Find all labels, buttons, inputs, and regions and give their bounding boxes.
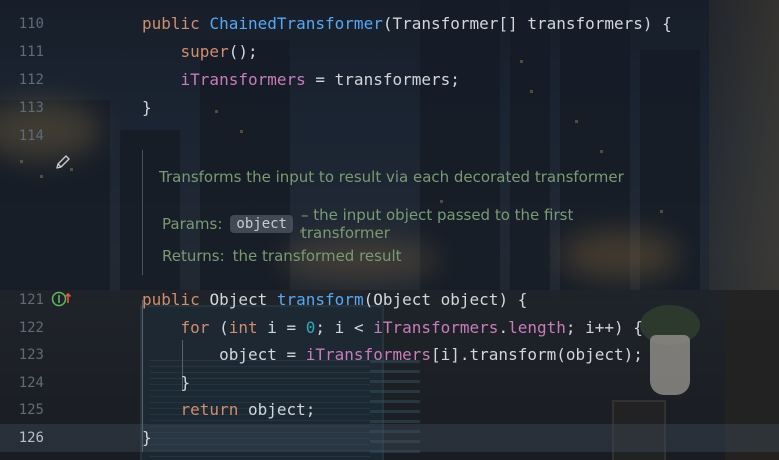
param-description: – the input object passed to the first t…	[300, 206, 574, 242]
code-token: for	[180, 318, 220, 337]
line-number: 126	[18, 430, 44, 446]
doc-params: Params: object – the input object passed…	[162, 206, 662, 242]
code-token: public	[142, 14, 210, 33]
line-number: 111	[18, 44, 44, 60]
code-token: ();	[228, 42, 258, 61]
code-token: object;	[247, 400, 316, 419]
code-token: }	[142, 98, 152, 117]
code-line[interactable]: 114	[0, 122, 779, 150]
line-number: 122	[18, 320, 44, 336]
code-token: (Object object) {	[363, 290, 528, 309]
code-token: }	[142, 428, 152, 447]
doc-comment-bar	[142, 150, 143, 275]
line-number: 110	[18, 16, 44, 32]
code-token: return	[180, 400, 248, 419]
param-name-tag: object	[230, 215, 293, 233]
code-line[interactable]: 110 public ChainedTransformer(Transforme…	[0, 10, 779, 38]
code-text[interactable]: super();	[142, 38, 258, 66]
code-token: int	[228, 318, 268, 337]
code-text[interactable]: }	[142, 424, 152, 452]
code-text[interactable]: public ChainedTransformer(Transformer[] …	[142, 10, 672, 38]
code-token: [i].transform(object);	[431, 345, 643, 364]
line-number: 112	[18, 72, 44, 88]
code-text[interactable]: }	[142, 369, 191, 397]
code-token: }	[142, 373, 191, 392]
code-token: (	[219, 318, 229, 337]
code-token: super	[180, 42, 229, 61]
rendered-doc-comment: Transforms the input to result via each …	[142, 150, 662, 275]
line-number: 125	[18, 402, 44, 418]
code-line[interactable]: 122 for (int i = 0; i < iTransformers.le…	[0, 314, 779, 342]
code-token: transform	[276, 290, 364, 309]
code-token: ; i++) {	[565, 318, 643, 337]
code-token: length	[508, 318, 566, 337]
code-token: ; i <	[315, 318, 374, 337]
line-number: 113	[18, 100, 44, 116]
code-line[interactable]: 124 }	[0, 369, 779, 397]
code-token: 0	[305, 318, 316, 337]
code-token: iTransformers	[373, 318, 499, 337]
code-line[interactable]: 123 object = iTransformers[i].transform(…	[0, 341, 779, 369]
code-text[interactable]: public Object transform(Object object) {	[142, 286, 527, 314]
line-number: 114	[18, 128, 44, 144]
code-text[interactable]: iTransformers = transformers;	[142, 66, 460, 94]
returns-label: Returns:	[162, 247, 225, 265]
code-editor[interactable]: 110 public ChainedTransformer(Transforme…	[0, 0, 779, 460]
code-token: Object	[209, 290, 277, 309]
code-token: = transformers;	[305, 70, 460, 89]
code-line[interactable]: 125 return object;	[0, 396, 779, 424]
line-number: 124	[18, 375, 44, 391]
code-line[interactable]: 112 iTransformers = transformers;	[0, 66, 779, 94]
code-token: i =	[267, 318, 306, 337]
code-text[interactable]: }	[142, 94, 152, 122]
code-text[interactable]: for (int i = 0; i < iTransformers.length…	[142, 314, 643, 342]
doc-returns: Returns: the transformed result	[162, 247, 402, 265]
doc-summary: Transforms the input to result via each …	[159, 168, 624, 186]
code-token: object =	[142, 345, 306, 364]
code-text[interactable]: return object;	[142, 396, 316, 424]
code-token: .	[498, 318, 509, 337]
code-line[interactable]: 113 }	[0, 94, 779, 122]
code-token: (Transformer[] transformers) {	[382, 14, 672, 33]
line-number: 121	[18, 292, 44, 308]
code-token: ChainedTransformer	[209, 14, 383, 33]
code-token: iTransformers	[180, 70, 306, 89]
code-token: public	[142, 290, 210, 309]
code-line[interactable]: 111 super();	[0, 38, 779, 66]
returns-description: the transformed result	[232, 247, 402, 265]
code-token: iTransformers	[305, 345, 431, 364]
params-label: Params:	[162, 215, 223, 233]
line-number: 123	[18, 347, 44, 363]
code-text[interactable]: object = iTransformers[i].transform(obje…	[142, 341, 643, 369]
code-line-active[interactable]: 126 }	[0, 424, 779, 452]
code-line[interactable]: 121 public Object transform(Object objec…	[0, 286, 779, 314]
pencil-icon[interactable]	[54, 153, 72, 171]
